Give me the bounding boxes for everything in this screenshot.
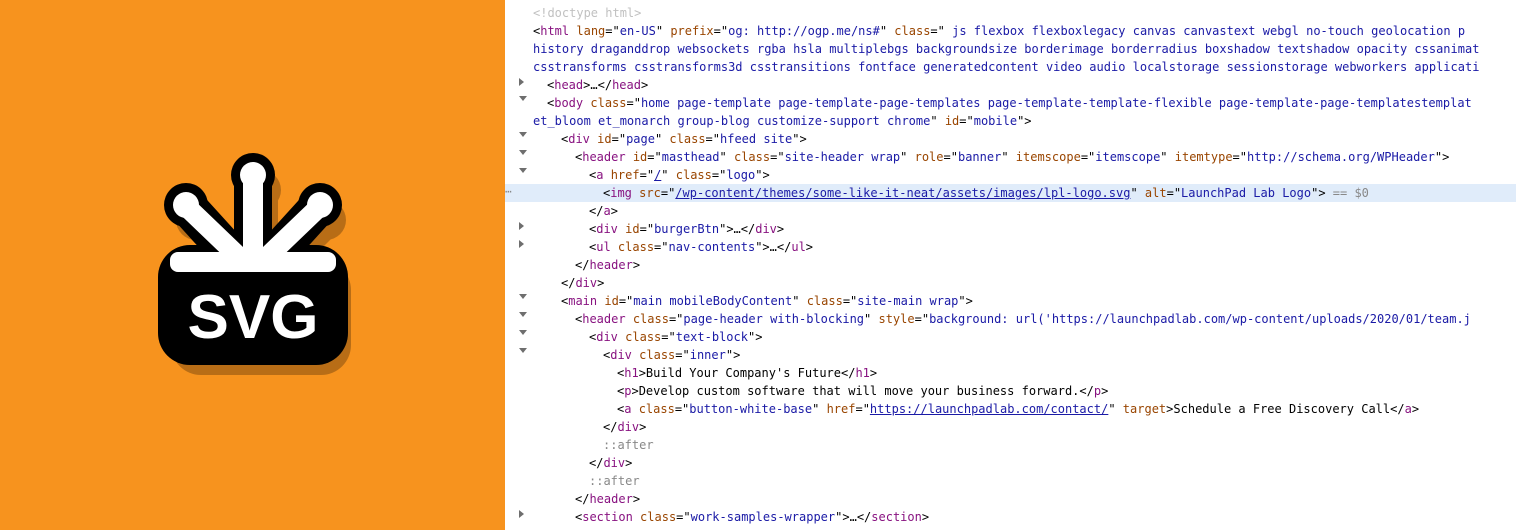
body-class-cont: et_bloom et_monarch group-blog customize… [505,112,1516,130]
main-open[interactable]: <main id="main mobileBodyContent" class=… [505,292,1516,310]
inner-close[interactable]: </div> [505,418,1516,436]
body-open[interactable]: <body class="home page-template page-tem… [505,94,1516,112]
pseudo-after: ::after [505,436,1516,454]
html-open[interactable]: <html lang="en-US" prefix="og: http://og… [505,22,1516,40]
head-collapsed[interactable]: <head>…</head> [505,76,1516,94]
expand-caret-icon[interactable] [519,78,524,86]
ellipsis-icon[interactable]: ⋯ [505,184,511,201]
page-div-close[interactable]: </div> [505,274,1516,292]
text-block-close[interactable]: </div> [505,454,1516,472]
expand-caret-icon[interactable] [519,222,524,230]
logo-a-close[interactable]: </a> [505,202,1516,220]
expand-caret-icon[interactable] [519,510,524,518]
page-header-close[interactable]: </header> [505,490,1516,508]
svg-text:SVG: SVG [187,283,318,352]
svg-logo-icon: SVG [128,140,378,390]
cta-line[interactable]: <a class="button-white-base" href="https… [505,400,1516,418]
collapse-caret-icon[interactable] [519,168,527,173]
html-class-cont2: csstransforms csstransforms3d csstransit… [505,58,1516,76]
h1-line[interactable]: <h1>Build Your Company's Future</h1> [505,364,1516,382]
header-masthead-close[interactable]: </header> [505,256,1516,274]
header-masthead-open[interactable]: <header id="masthead" class="site-header… [505,148,1516,166]
collapse-caret-icon[interactable] [519,132,527,137]
page-header-open[interactable]: <header class="page-header with-blocking… [505,310,1516,328]
expand-caret-icon[interactable] [519,240,524,248]
selected-img-line[interactable]: ⋯<img src="/wp-content/themes/some-like-… [505,184,1516,202]
collapse-caret-icon[interactable] [519,312,527,317]
logo-a-open[interactable]: <a href="/" class="logo"> [505,166,1516,184]
nav-ul[interactable]: <ul class="nav-contents">…</ul> [505,238,1516,256]
left-illustration-panel: SVG [0,0,505,530]
collapse-caret-icon[interactable] [519,348,527,353]
collapse-caret-icon[interactable] [519,150,527,155]
devtools-elements-panel[interactable]: <!doctype html> <html lang="en-US" prefi… [505,0,1516,530]
doctype-line[interactable]: <!doctype html> [505,4,1516,22]
inner-open[interactable]: <div class="inner"> [505,346,1516,364]
page-div-open[interactable]: <div id="page" class="hfeed site"> [505,130,1516,148]
p-line[interactable]: <p>Develop custom software that will mov… [505,382,1516,400]
collapse-caret-icon[interactable] [519,96,527,101]
section-work-samples[interactable]: <section class="work-samples-wrapper">…<… [505,508,1516,526]
collapse-caret-icon[interactable] [519,330,527,335]
text-block-open[interactable]: <div class="text-block"> [505,328,1516,346]
collapse-caret-icon[interactable] [519,294,527,299]
pseudo-after: ::after [505,472,1516,490]
html-class-cont1: history draganddrop websockets rgba hsla… [505,40,1516,58]
burger-div[interactable]: <div id="burgerBtn">…</div> [505,220,1516,238]
